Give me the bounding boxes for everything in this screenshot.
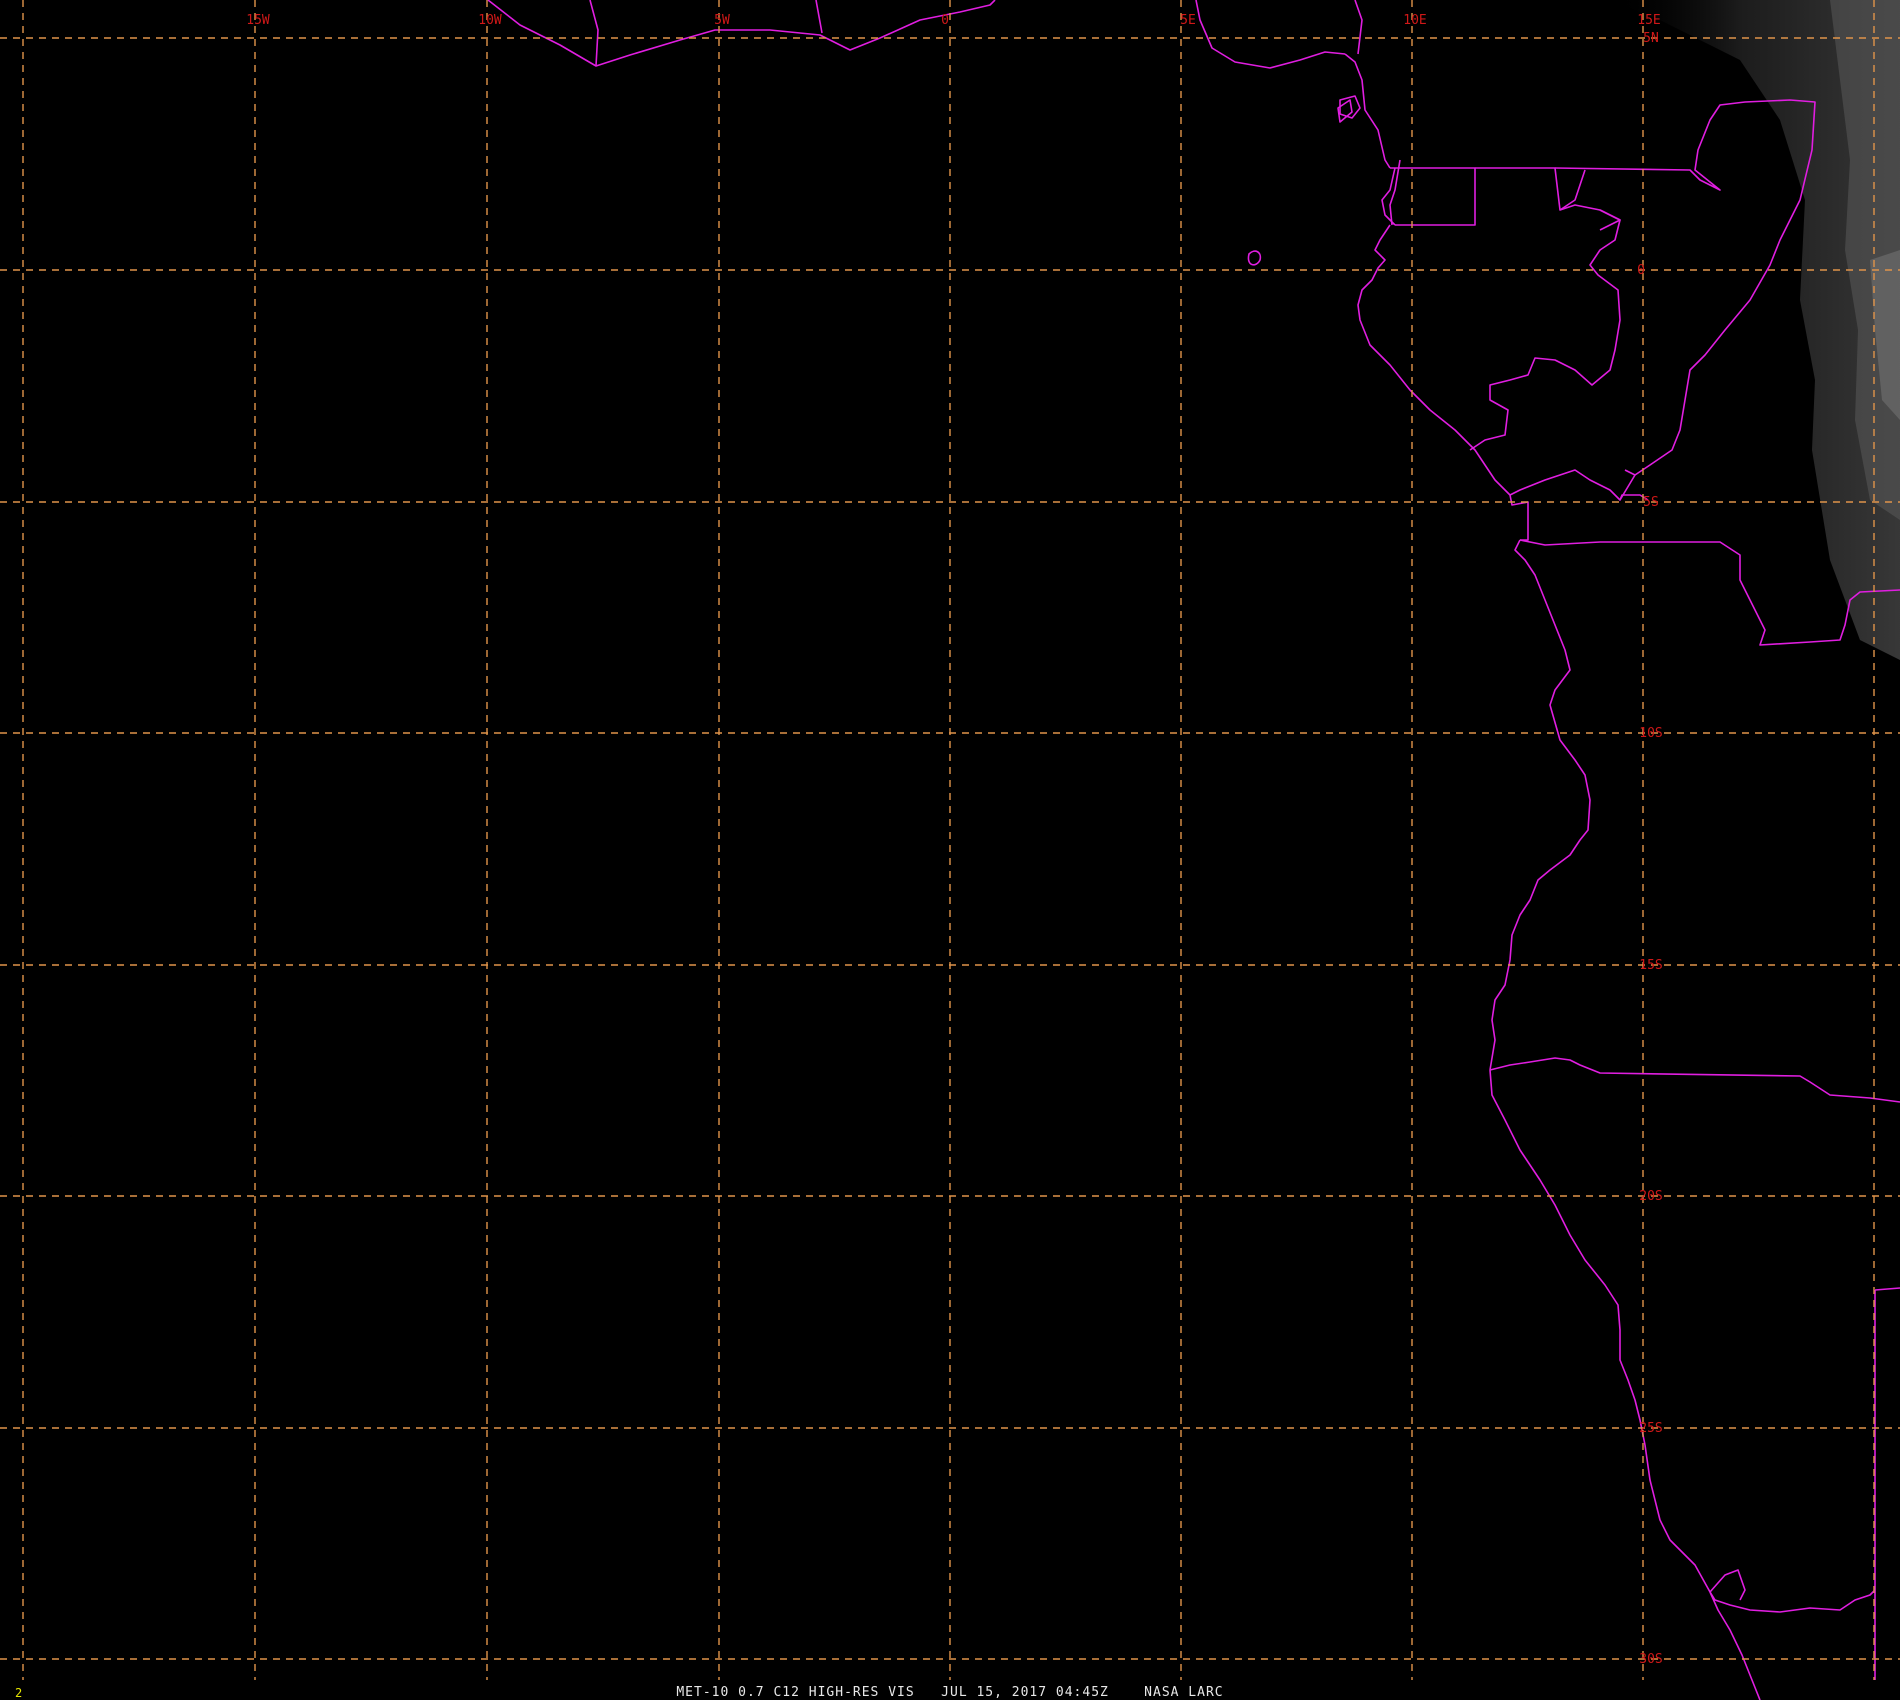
lat-label-0: 0 xyxy=(1637,263,1645,278)
lon-label-10e: 10E xyxy=(1403,13,1426,28)
lon-label-0: 0 xyxy=(941,13,949,28)
lon-label-15e: 15E xyxy=(1637,13,1660,28)
lon-label-5e: 5E xyxy=(1180,13,1196,28)
lon-label-5w: 5W xyxy=(714,13,730,28)
lat-label-15s: 15S xyxy=(1639,958,1662,973)
lon-label-15w: 15W xyxy=(246,13,270,28)
lat-label-10s: 10S xyxy=(1639,726,1662,741)
frame-number: 2 xyxy=(15,1686,22,1700)
lat-label-20s: 20S xyxy=(1639,1189,1662,1204)
satellite-map: 15W 10W 5W 0 5E 10E 15E 5N 0 5S 10S 15S … xyxy=(0,0,1900,1700)
image-caption: MET-10 0.7 C12 HIGH-RES VIS JUL 15, 2017… xyxy=(676,1685,1223,1700)
lat-label-5s: 5S xyxy=(1643,495,1659,510)
lat-label-30s: 30S xyxy=(1639,1652,1662,1667)
lat-label-25s: 25S xyxy=(1639,1421,1662,1436)
lon-label-10w: 10W xyxy=(478,13,502,28)
lat-label-5n: 5N xyxy=(1643,31,1659,46)
